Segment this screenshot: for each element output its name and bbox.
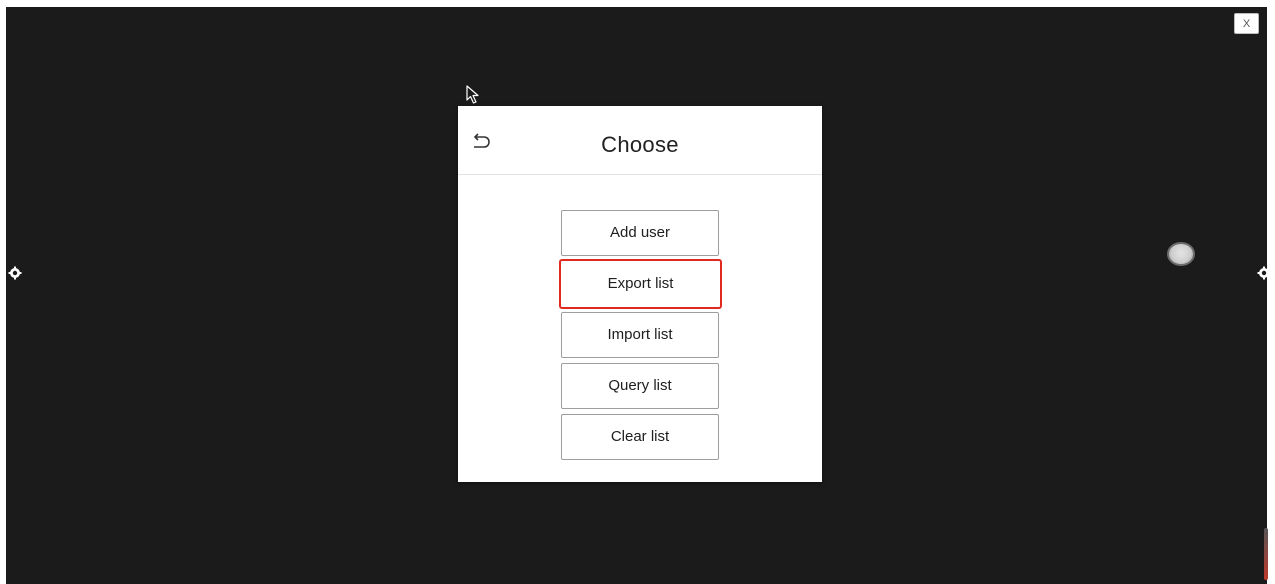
undo-arrow-icon[interactable] xyxy=(470,132,492,152)
mouse-pointer-icon xyxy=(466,85,479,104)
query-list-button[interactable]: Query list xyxy=(561,363,719,409)
export-list-button[interactable]: Export list xyxy=(559,259,722,309)
floating-button-icon[interactable] xyxy=(1167,242,1195,266)
gear-icon[interactable] xyxy=(8,266,22,280)
import-list-button[interactable]: Import list xyxy=(561,312,719,358)
clear-list-button[interactable]: Clear list xyxy=(561,414,719,460)
dialog-header: Choose xyxy=(458,106,822,175)
add-user-button[interactable]: Add user xyxy=(561,210,719,256)
dialog-title: Choose xyxy=(601,132,679,157)
scroll-indicator[interactable] xyxy=(1264,528,1268,580)
close-button[interactable]: X xyxy=(1234,13,1259,34)
choose-dialog: Choose Add user Export list Import list … xyxy=(458,106,822,482)
gear-icon[interactable] xyxy=(1257,266,1271,280)
